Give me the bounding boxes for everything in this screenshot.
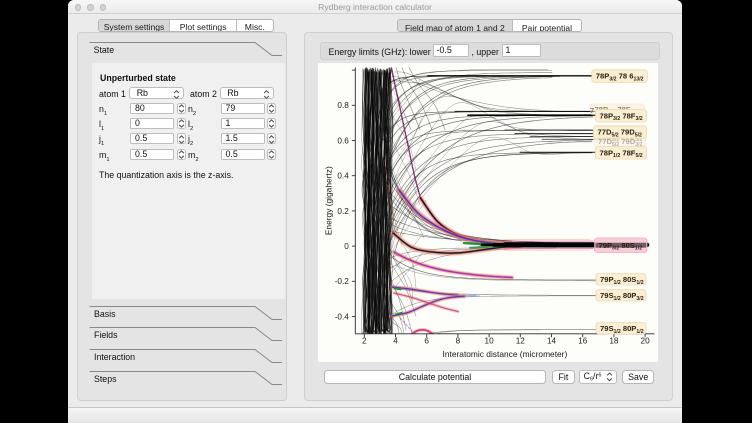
svg-text:Energy (gigahertz): Energy (gigahertz)	[324, 166, 334, 235]
svg-text:7: 7	[590, 106, 594, 115]
svg-text:0: 0	[344, 242, 349, 251]
svg-text:0.4: 0.4	[337, 172, 349, 181]
svg-text:16: 16	[578, 337, 588, 346]
svg-text:8: 8	[456, 337, 461, 346]
svg-text:0.8: 0.8	[337, 101, 349, 110]
svg-text:20: 20	[641, 337, 651, 346]
svg-text:6: 6	[424, 337, 429, 346]
svg-text:14: 14	[547, 337, 557, 346]
svg-text:Interatomic distance (micromet: Interatomic distance (micrometer)	[443, 349, 568, 359]
svg-text:4: 4	[393, 337, 398, 346]
svg-text:-0.4: -0.4	[335, 312, 350, 321]
svg-text:0.2: 0.2	[337, 207, 349, 216]
svg-text:18: 18	[609, 337, 619, 346]
svg-text:10: 10	[485, 337, 495, 346]
svg-text:-0.2: -0.2	[335, 277, 350, 286]
svg-text:2: 2	[362, 337, 367, 346]
svg-text:12: 12	[516, 337, 526, 346]
svg-text:0.6: 0.6	[337, 136, 349, 145]
